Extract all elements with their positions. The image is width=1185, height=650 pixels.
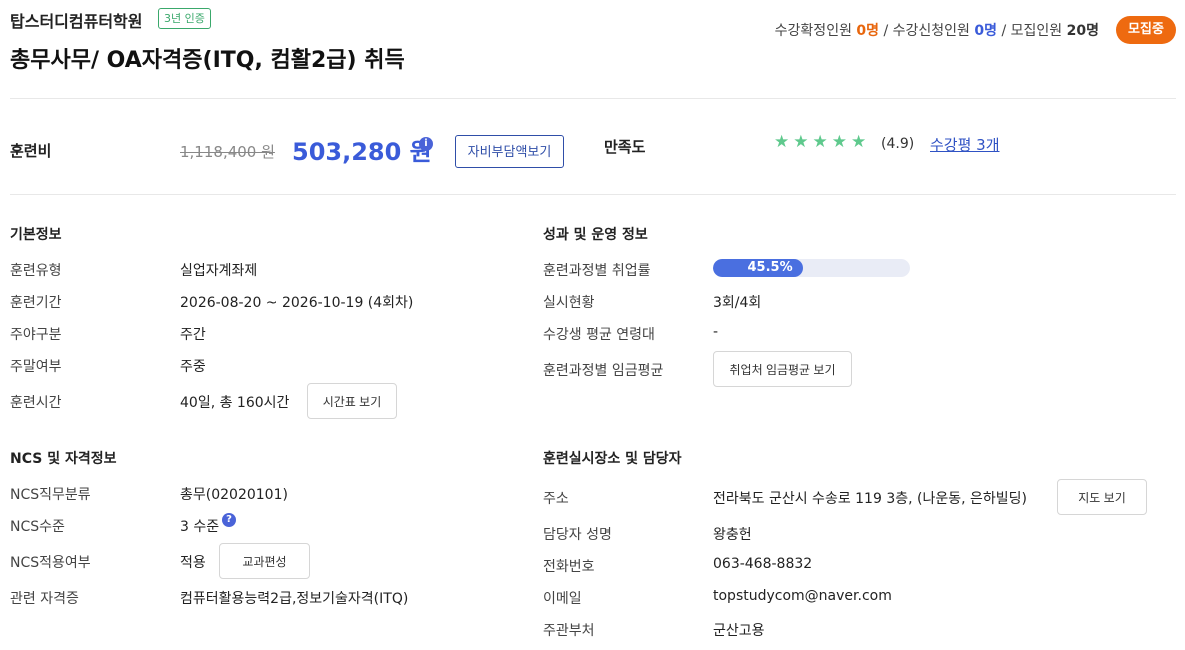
related-certificate-value: 컴퓨터활용능력2급,정보기술자격(ITQ) <box>180 591 409 607</box>
address-label: 주소 <box>543 491 569 507</box>
help-icon[interactable]: ? <box>222 513 236 527</box>
separator: / <box>1001 23 1007 39</box>
star-rating: ★ ★ ★ ★ ★ <box>774 132 866 152</box>
timetable-button[interactable]: 시간표 보기 <box>307 383 397 419</box>
curriculum-button[interactable]: 교과편성 <box>219 543 310 579</box>
manager-label: 담당자 성명 <box>543 527 612 543</box>
star-icon: ★ <box>793 132 809 152</box>
current-fee: 503,280 원 <box>292 138 432 166</box>
map-button[interactable]: 지도 보기 <box>1057 479 1147 515</box>
wage-average-button[interactable]: 취업처 임금평균 보기 <box>713 351 852 387</box>
star-icon: ★ <box>774 132 790 152</box>
confirmed-label: 수강확정인원 <box>774 23 852 39</box>
average-age-value: - <box>713 324 719 340</box>
recruiting-status-badge: 모집중 <box>1116 16 1176 44</box>
separator: / <box>883 23 889 39</box>
location-title: 훈련실시장소 및 담당자 <box>543 451 682 467</box>
star-icon: ★ <box>831 132 847 152</box>
academy-name[interactable]: 탑스터디컴퓨터학원 <box>10 8 142 32</box>
average-wage-label: 훈련과정별 임금평균 <box>543 363 664 379</box>
email-label: 이메일 <box>543 591 582 607</box>
average-age-label: 수강생 평균 연령대 <box>543 327 655 343</box>
ncs-title: NCS 및 자격정보 <box>10 451 117 467</box>
applied-count: 0명 <box>974 23 998 39</box>
ncs-applied-value: 적용 <box>180 555 206 571</box>
weekend-value: 주중 <box>180 359 206 375</box>
weekend-label: 주말여부 <box>10 359 62 375</box>
satisfaction-label: 만족도 <box>604 138 646 156</box>
training-hours-label: 훈련시간 <box>10 395 62 411</box>
basic-info-title: 기본정보 <box>10 227 62 243</box>
divider <box>10 98 1176 99</box>
day-night-value: 주간 <box>180 327 206 343</box>
training-period-label: 훈련기간 <box>10 295 62 311</box>
self-pay-button[interactable]: 자비부담액보기 <box>455 135 564 168</box>
performance-title: 성과 및 운영 정보 <box>543 227 648 243</box>
ncs-classification-value: 총무(02020101) <box>180 487 288 503</box>
review-link[interactable]: 수강평 3개 <box>930 134 1000 155</box>
course-title: 총무사무/ OA자격증(ITQ, 컴활2급) 취득 <box>10 48 405 73</box>
ncs-level-label: NCS수준 <box>10 519 65 535</box>
execution-status-label: 실시현황 <box>543 295 595 311</box>
phone-value: 063-468-8832 <box>713 556 813 572</box>
day-night-label: 주야구분 <box>10 327 62 343</box>
address-value: 전라북도 군산시 수송로 119 3층, (나운동, 은하빌딩) <box>713 491 1027 507</box>
fee-label: 훈련비 <box>10 142 52 160</box>
recruit-label: 모집인원 <box>1010 23 1063 39</box>
employment-rate-fill: 45.5% <box>713 259 803 277</box>
department-value: 군산고용 <box>713 623 765 639</box>
department-label: 주관부처 <box>543 623 595 639</box>
employment-rate-label: 훈련과정별 취업률 <box>543 263 651 279</box>
rating-score: (4.9) <box>881 136 915 152</box>
training-hours-value: 40일, 총 160시간 <box>180 395 290 411</box>
email-value: topstudycom@naver.com <box>713 588 892 604</box>
employment-rate-value: 45.5% <box>747 260 793 275</box>
training-type-value: 실업자계좌제 <box>180 263 258 279</box>
training-type-label: 훈련유형 <box>10 263 62 279</box>
info-icon[interactable]: i <box>419 137 433 151</box>
divider <box>10 194 1176 195</box>
star-icon: ★ <box>812 132 828 152</box>
enrollment-summary: 수강확정인원 0명 / 수강신청인원 0명 / 모집인원 20명 <box>775 20 1099 40</box>
applied-label: 수강신청인원 <box>892 23 970 39</box>
related-certificate-label: 관련 자격증 <box>10 591 79 607</box>
ncs-applied-label: NCS적용여부 <box>10 555 91 571</box>
employment-rate-bar: 45.5% <box>713 259 910 277</box>
ncs-level-value: 3 수준 <box>180 519 220 535</box>
certification-badge: 3년 인증 <box>158 8 211 29</box>
star-icon: ★ <box>851 132 867 152</box>
manager-value: 왕충헌 <box>713 527 752 543</box>
training-period-value: 2026-08-20 ~ 2026-10-19 (4회차) <box>180 295 414 311</box>
confirmed-count: 0명 <box>856 23 880 39</box>
original-fee: 1,118,400 원 <box>180 143 275 161</box>
recruit-count: 20명 <box>1066 23 1099 39</box>
phone-label: 전화번호 <box>543 559 595 575</box>
ncs-classification-label: NCS직무분류 <box>10 487 91 503</box>
execution-status-value: 3회/4회 <box>713 295 762 311</box>
